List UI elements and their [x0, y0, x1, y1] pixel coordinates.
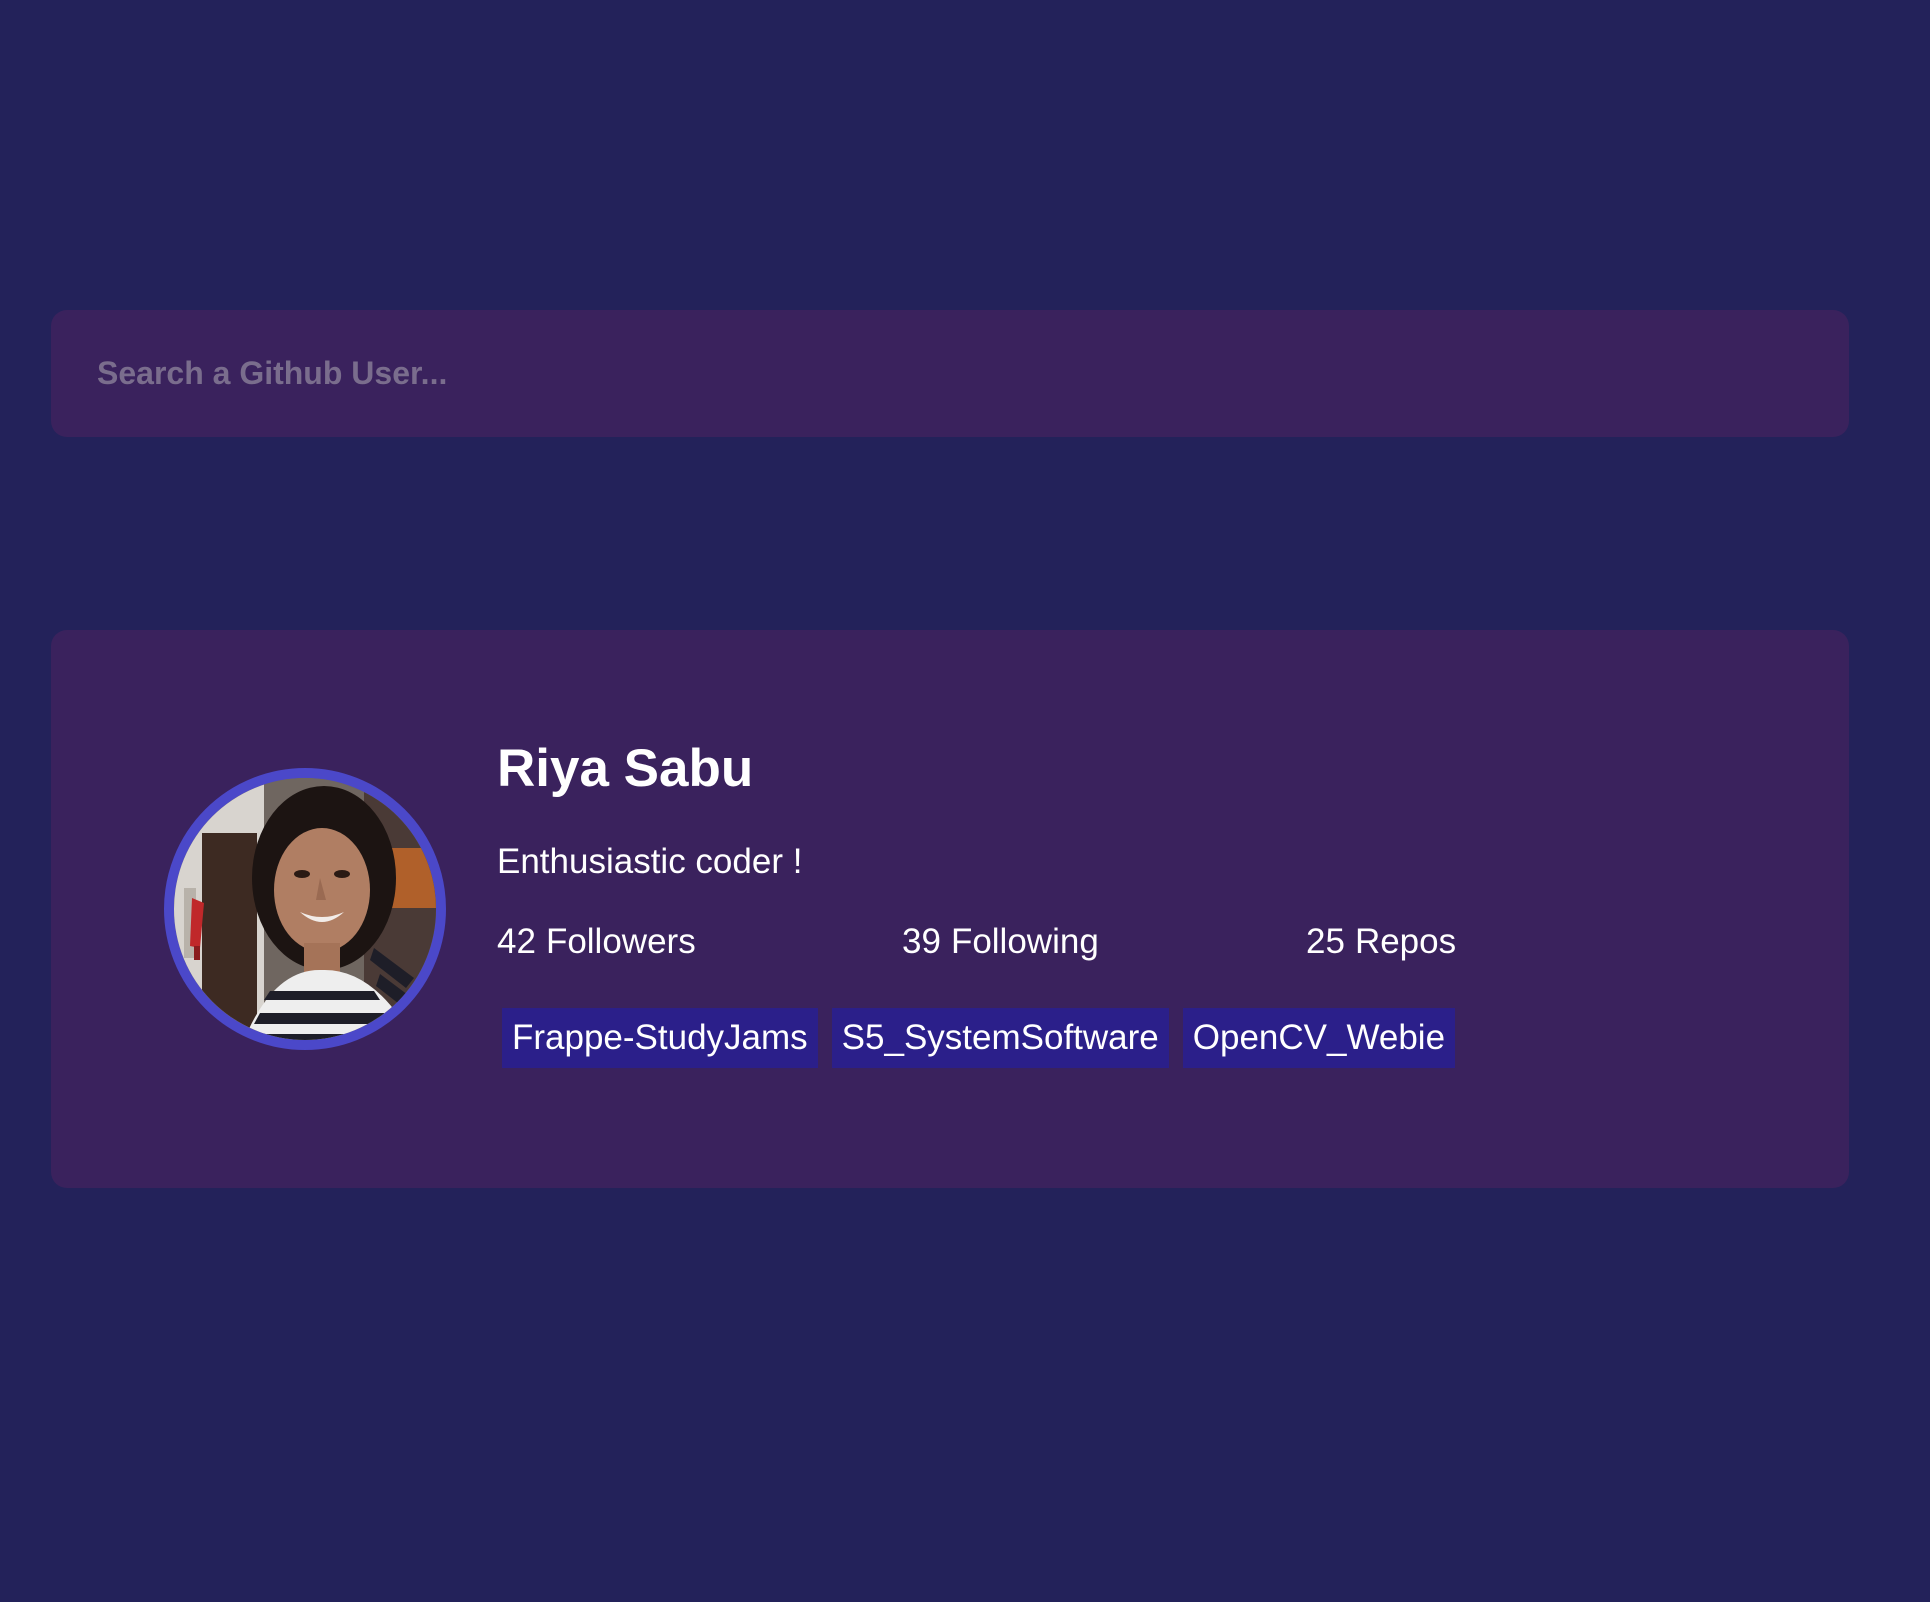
repo-link[interactable]: S5_SystemSoftware [831, 1008, 1169, 1068]
avatar [164, 768, 446, 1050]
following-stat: 39 Following [902, 924, 1099, 959]
followers-count: 42 [497, 922, 536, 961]
search-input[interactable] [51, 310, 1849, 437]
repo-link[interactable]: OpenCV_Webie [1182, 1008, 1456, 1068]
following-label: Following [950, 922, 1099, 961]
repos-stat: 25 Repos [1306, 924, 1456, 959]
followers-stat: 42 Followers [497, 924, 696, 959]
repos-label: Repos [1354, 922, 1457, 961]
repo-list: Frappe-StudyJams S5_SystemSoftware OpenC… [502, 1008, 1456, 1068]
repos-count: 25 [1306, 922, 1345, 961]
user-name: Riya Sabu [497, 739, 754, 798]
repo-link[interactable]: Frappe-StudyJams [502, 1008, 818, 1068]
followers-label: Followers [545, 922, 696, 961]
following-count: 39 [902, 922, 941, 961]
user-bio: Enthusiastic coder ! [497, 842, 803, 881]
profile-card: Riya Sabu Enthusiastic coder ! 42 Followe… [51, 630, 1849, 1188]
search-box [51, 310, 1849, 437]
user-photo-icon [174, 778, 436, 1040]
